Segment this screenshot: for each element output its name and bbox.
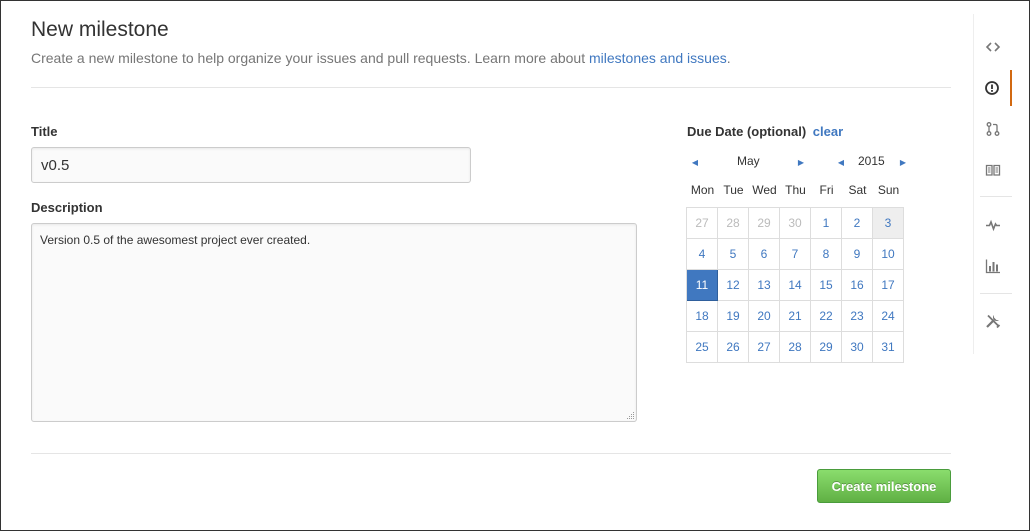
calendar-weekday-header: Mon Tue Wed Thu Fri Sat Sun: [687, 183, 904, 199]
next-month-icon[interactable]: ▶: [795, 157, 807, 169]
weekday-label: Wed: [752, 183, 777, 197]
calendar-day[interactable]: 27: [687, 208, 718, 239]
calendar-day[interactable]: 8: [811, 239, 842, 270]
sidebar-divider: [980, 196, 1012, 197]
create-milestone-button[interactable]: Create milestone: [817, 469, 951, 503]
pulse-icon: [986, 219, 1000, 232]
calendar-day[interactable]: 6: [749, 239, 780, 270]
sidebar-item-code[interactable]: [974, 29, 1012, 65]
calendar-day[interactable]: 10: [873, 239, 904, 270]
calendar-day[interactable]: 25: [687, 332, 718, 363]
weekday-label: Sat: [848, 183, 867, 197]
settings-tools-icon: [986, 314, 1001, 329]
calendar-month: May: [737, 154, 760, 168]
calendar-day[interactable]: 13: [749, 270, 780, 301]
sidebar-item-graphs[interactable]: [974, 248, 1012, 284]
wiki-book-icon: [985, 164, 1001, 176]
subtitle-text: Create a new milestone to help organize …: [31, 50, 586, 66]
weekday-label: Tue: [723, 183, 744, 197]
sidebar-divider: [980, 293, 1012, 294]
calendar-day[interactable]: 21: [780, 301, 811, 332]
calendar-day[interactable]: 30: [780, 208, 811, 239]
description-label: Description: [31, 200, 103, 215]
resize-grip-icon[interactable]: [625, 410, 635, 420]
description-textarea[interactable]: Version 0.5 of the awesomest project eve…: [31, 223, 637, 422]
calendar-day[interactable]: 31: [873, 332, 904, 363]
calendar-day[interactable]: 28: [718, 208, 749, 239]
sidebar-item-settings[interactable]: [974, 303, 1012, 339]
code-icon: [985, 42, 1001, 52]
calendar-week: 18 19 20 21 22 23 24: [687, 301, 904, 332]
calendar-day[interactable]: 7: [780, 239, 811, 270]
weekday-label: Thu: [785, 183, 806, 197]
due-date-label: Due Date (optional) clear: [687, 124, 843, 139]
calendar-day[interactable]: 29: [811, 332, 842, 363]
calendar-day[interactable]: 23: [842, 301, 873, 332]
calendar-day[interactable]: 1: [811, 208, 842, 239]
calendar-day[interactable]: 5: [718, 239, 749, 270]
sidebar-item-pull-requests[interactable]: [974, 111, 1012, 147]
header-divider: [31, 87, 951, 88]
issue-icon: [985, 81, 999, 95]
calendar-day[interactable]: 28: [780, 332, 811, 363]
calendar-week: 11 12 13 14 15 16 17: [687, 270, 904, 301]
calendar-day[interactable]: 22: [811, 301, 842, 332]
calendar-day[interactable]: 27: [749, 332, 780, 363]
calendar-day[interactable]: 12: [718, 270, 749, 301]
pull-request-icon: [986, 122, 1000, 136]
calendar-year: 2015: [858, 154, 885, 168]
sidebar-item-pulse[interactable]: [974, 207, 1012, 243]
weekday-label: Fri: [819, 183, 834, 197]
calendar-day-selected[interactable]: 11: [687, 270, 718, 301]
sidebar-item-wiki[interactable]: [974, 152, 1012, 188]
footer-divider: [31, 453, 951, 454]
prev-month-icon[interactable]: ◀: [689, 157, 701, 169]
calendar-day[interactable]: 15: [811, 270, 842, 301]
calendar-day[interactable]: 18: [687, 301, 718, 332]
calendar-day[interactable]: 4: [687, 239, 718, 270]
calendar-day[interactable]: 14: [780, 270, 811, 301]
graph-icon: [985, 259, 1000, 274]
page-title: New milestone: [31, 18, 169, 41]
calendar-grid: 27 28 29 30 1 2 3 4 5 6 7 8 9 10 11 12 1…: [686, 207, 904, 363]
weekday-label: Sun: [877, 183, 900, 197]
next-year-icon[interactable]: ▶: [897, 157, 909, 169]
calendar-week: 4 5 6 7 8 9 10: [687, 239, 904, 270]
weekday-label: Mon: [690, 183, 715, 197]
calendar-day-today[interactable]: 3: [873, 208, 904, 239]
calendar-day[interactable]: 16: [842, 270, 873, 301]
repo-sidebar-nav: [973, 14, 1012, 354]
subtitle-end: .: [726, 50, 731, 66]
calendar-day[interactable]: 30: [842, 332, 873, 363]
due-date-label-text: Due Date (optional): [687, 124, 807, 139]
calendar-day[interactable]: 26: [718, 332, 749, 363]
milestones-and-issues-link[interactable]: milestones and issues: [589, 50, 727, 66]
page-subtitle: Create a new milestone to help organize …: [31, 50, 731, 66]
calendar-week: 25 26 27 28 29 30 31: [687, 332, 904, 363]
calendar-week: 27 28 29 30 1 2 3: [687, 208, 904, 239]
prev-year-icon[interactable]: ◀: [835, 157, 847, 169]
title-label: Title: [31, 124, 58, 139]
calendar-day[interactable]: 19: [718, 301, 749, 332]
title-input[interactable]: [31, 147, 471, 183]
calendar-day[interactable]: 24: [873, 301, 904, 332]
calendar-day[interactable]: 9: [842, 239, 873, 270]
clear-date-link[interactable]: clear: [813, 124, 843, 139]
calendar-day[interactable]: 17: [873, 270, 904, 301]
sidebar-item-issues[interactable]: [974, 70, 1012, 106]
calendar-day[interactable]: 29: [749, 208, 780, 239]
calendar-day[interactable]: 20: [749, 301, 780, 332]
calendar-day[interactable]: 2: [842, 208, 873, 239]
